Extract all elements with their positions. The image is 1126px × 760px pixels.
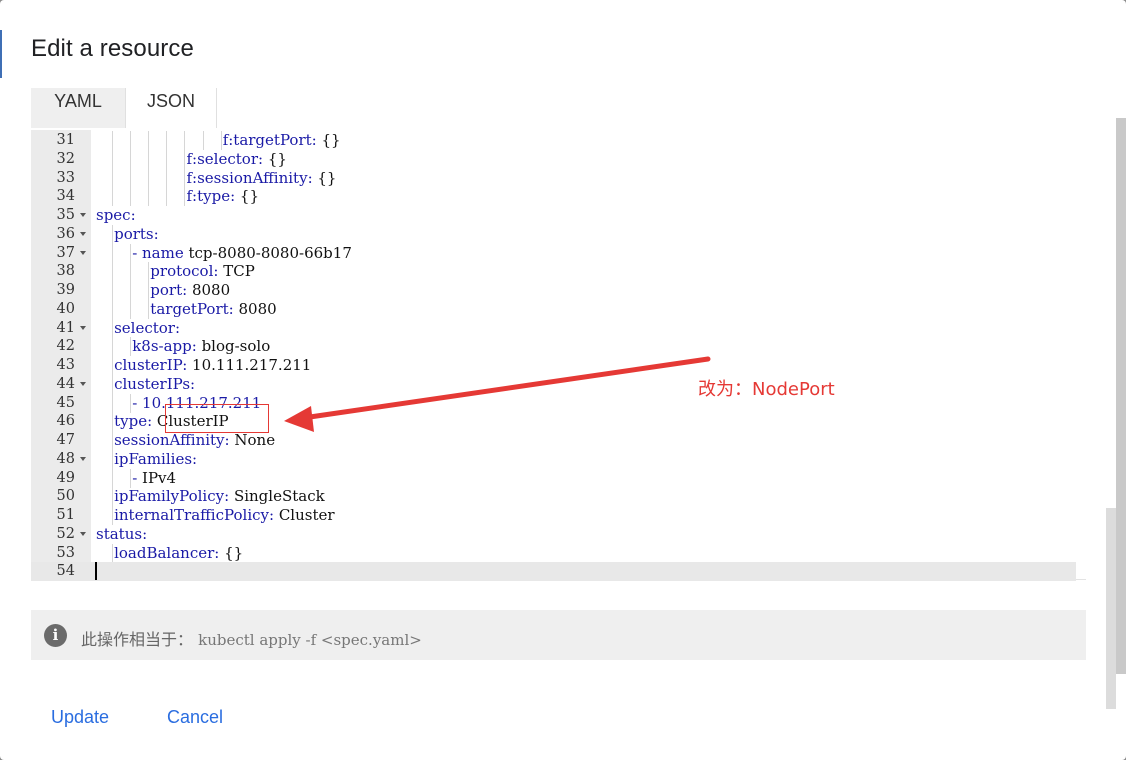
annotation-text: 改为：NodePort [698,379,835,400]
edit-resource-dialog: Edit a resource YAML JSON 31 f:targetPort… [0,0,1126,760]
annotation-arrow [284,356,711,432]
